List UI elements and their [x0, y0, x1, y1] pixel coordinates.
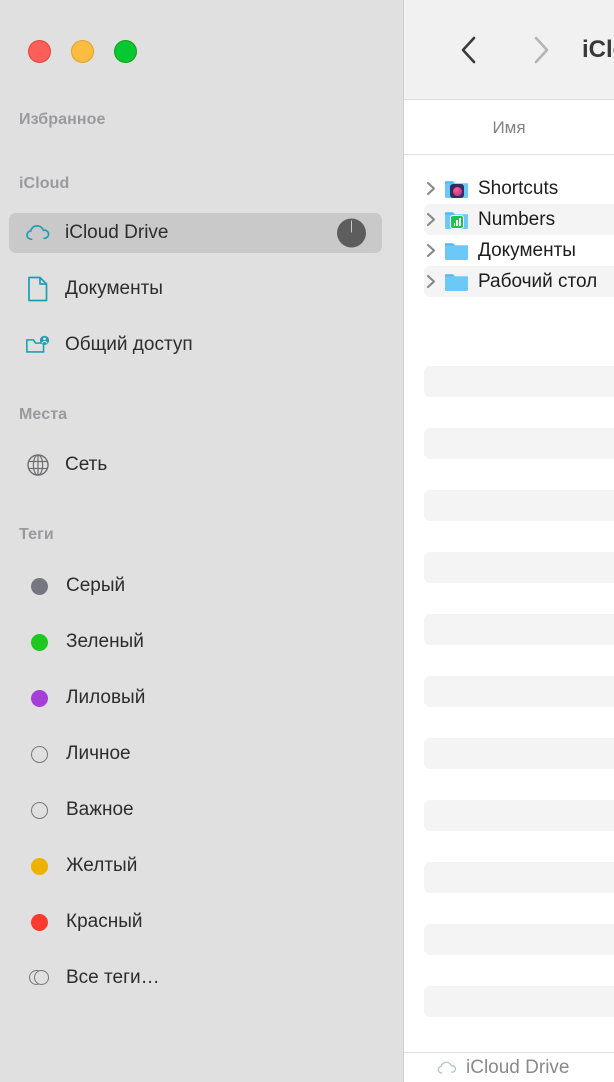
- sidebar-tag-red[interactable]: Красный: [9, 902, 382, 942]
- tag-label: Лиловый: [66, 687, 146, 708]
- sidebar-item-label: iCloud Drive: [65, 222, 169, 243]
- sidebar-section-places: Места: [19, 406, 68, 423]
- tag-color-dot: [31, 689, 48, 707]
- empty-row: [424, 614, 614, 645]
- cloud-icon: [25, 220, 51, 246]
- shortcuts-badge-icon: [450, 184, 464, 198]
- tag-label: Важное: [66, 799, 134, 820]
- empty-row: [424, 738, 614, 769]
- tag-label: Желтый: [66, 855, 138, 876]
- close-button[interactable]: [28, 40, 51, 63]
- window-title: iCloud Drive: [582, 35, 614, 63]
- table-row[interactable]: Numbers: [424, 204, 614, 235]
- empty-row: [424, 676, 614, 707]
- maximize-button[interactable]: [114, 40, 137, 63]
- file-name: Shortcuts: [478, 177, 559, 199]
- tag-label: Личное: [66, 743, 131, 764]
- tag-color-dot: [31, 577, 48, 595]
- folder-icon: [444, 271, 469, 292]
- path-bar-label: iCloud Drive: [466, 1056, 570, 1078]
- window-controls: [28, 40, 137, 63]
- sidebar-tag-important[interactable]: Важное: [9, 790, 382, 830]
- file-name: Рабочий стол: [478, 270, 598, 292]
- all-tags-icon: [29, 969, 49, 987]
- sidebar-tag-personal[interactable]: Личное: [9, 734, 382, 774]
- sidebar-item-shared[interactable]: Общий доступ: [9, 325, 382, 365]
- shared-folder-icon: [25, 332, 51, 358]
- empty-row: [424, 366, 614, 397]
- tag-label: Все теги…: [66, 967, 160, 988]
- sidebar-section-icloud: iCloud: [19, 175, 70, 192]
- column-header-label: Имя: [492, 117, 526, 137]
- sidebar-item-network[interactable]: Сеть: [9, 445, 382, 485]
- empty-row: [424, 986, 614, 1017]
- column-header-name[interactable]: Имя: [404, 101, 614, 155]
- sidebar-item-all-tags[interactable]: Все теги…: [9, 958, 382, 998]
- file-list: Shortcuts Numbers Документы Рабочий стол: [404, 156, 614, 1052]
- empty-row: [424, 924, 614, 955]
- chevron-right-icon[interactable]: [422, 274, 440, 289]
- tag-color-dot: [31, 633, 48, 651]
- tag-label: Зеленый: [66, 631, 144, 652]
- file-name: Документы: [478, 239, 576, 261]
- sidebar-tag-green[interactable]: Зеленый: [9, 622, 382, 662]
- table-row[interactable]: Документы: [424, 235, 614, 266]
- sidebar-item-icloud-drive[interactable]: iCloud Drive: [9, 213, 382, 253]
- file-name: Numbers: [478, 208, 556, 230]
- cloud-icon: [436, 1057, 458, 1079]
- folder-icon: [444, 209, 469, 230]
- sidebar-tag-purple[interactable]: Лиловый: [9, 678, 382, 718]
- tag-color-dot: [31, 801, 48, 819]
- tag-label: Красный: [66, 911, 143, 932]
- sidebar-item-label: Документы: [65, 278, 163, 299]
- folder-icon: [444, 178, 469, 199]
- folder-icon: [444, 240, 469, 261]
- sidebar-item-label: Общий доступ: [65, 334, 193, 355]
- minimize-button[interactable]: [71, 40, 94, 63]
- tag-color-dot: [31, 857, 48, 875]
- tag-color-dot: [31, 913, 48, 931]
- table-row[interactable]: Shortcuts: [424, 173, 614, 204]
- sidebar-section-tags: Теги: [19, 526, 54, 543]
- finder-window: Избранное iCloud iCloud Drive Документы: [0, 0, 614, 1082]
- sidebar-tag-yellow[interactable]: Желтый: [9, 846, 382, 886]
- empty-row: [424, 490, 614, 521]
- toolbar: iCloud Drive: [404, 0, 614, 100]
- chevron-right-icon[interactable]: [422, 181, 440, 196]
- empty-row: [424, 862, 614, 893]
- globe-icon: [25, 452, 51, 478]
- sidebar-item-label: Сеть: [65, 454, 108, 475]
- sidebar-item-documents[interactable]: Документы: [9, 269, 382, 309]
- chevron-right-icon[interactable]: [422, 243, 440, 258]
- tag-color-dot: [31, 745, 48, 763]
- forward-button[interactable]: [518, 27, 564, 73]
- chevron-right-icon[interactable]: [422, 212, 440, 227]
- empty-row: [424, 428, 614, 459]
- sync-progress-indicator: [337, 218, 366, 248]
- sidebar-section-favorites: Избранное: [19, 111, 106, 128]
- content-area: iCloud Drive Имя Shortcuts: [404, 0, 614, 1082]
- back-button[interactable]: [446, 27, 492, 73]
- tag-label: Серый: [66, 575, 126, 596]
- table-row[interactable]: Рабочий стол: [424, 266, 614, 297]
- sidebar: Избранное iCloud iCloud Drive Документы: [0, 0, 404, 1082]
- path-bar[interactable]: iCloud Drive: [404, 1052, 614, 1082]
- empty-row: [424, 800, 614, 831]
- numbers-badge-icon: [450, 215, 464, 229]
- sidebar-tag-gray[interactable]: Серый: [9, 566, 382, 606]
- document-icon: [25, 276, 51, 302]
- empty-row: [424, 552, 614, 583]
